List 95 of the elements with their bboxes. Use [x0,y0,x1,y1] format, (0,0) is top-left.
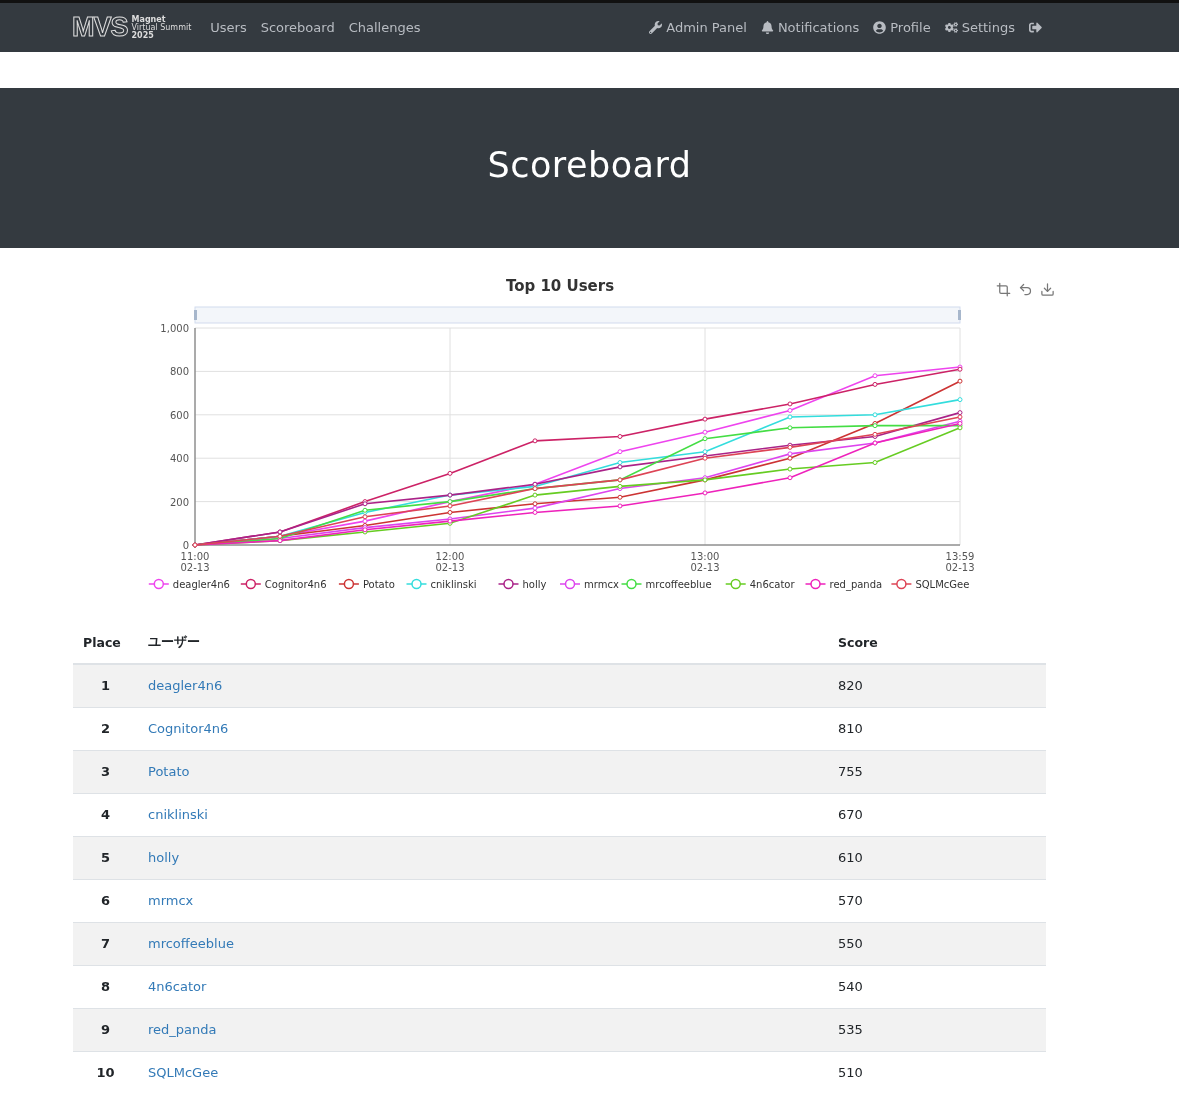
legend-label[interactable]: 4n6cator [749,579,795,590]
page-title: Scoreboard [487,145,692,185]
wrench-icon [649,21,663,34]
data-point [787,475,793,481]
data-point [872,373,878,379]
data-point [957,378,963,384]
table-cell: 10 [73,1051,138,1094]
data-point [957,397,963,403]
user-link[interactable]: holly [148,850,180,865]
legend-marker-icon [497,578,520,590]
legend-marker-icon [559,578,581,590]
data-point [447,470,453,476]
user-link[interactable]: SQLMcGee [148,1065,219,1081]
data-point [787,425,793,431]
y-axis-label: 0 [182,540,189,551]
nav-link[interactable]: Admin Panel [642,20,754,35]
table-cell: 5 [73,836,138,879]
table-cell: 510 [828,1051,1046,1094]
x-axis-label: 13:59 02-13 [945,551,975,573]
user-link[interactable]: mrcoffeeblue [148,936,234,951]
data-point [532,438,538,444]
legend-label[interactable]: holly [522,579,547,590]
table-cell: 6 [73,879,138,922]
data-point [872,460,878,466]
table-cell: 7 [73,922,138,965]
settings-icon [944,21,958,34]
legend-marker-icon [148,578,170,590]
nav-link[interactable]: Scoreboard [253,20,342,35]
x-axis-label: 11:00 02-13 [180,551,210,573]
data-point [617,503,623,509]
logo-text: Virtual Summit [131,23,192,32]
table-cell: 540 [828,965,1046,1008]
data-point [872,412,878,418]
data-point [787,466,793,472]
user-link[interactable]: Potato [148,764,190,779]
legend-label[interactable]: mrcoffeeblue [645,579,712,590]
table-cell: 550 [828,922,1046,965]
legend-label[interactable]: cniklinski [430,579,477,590]
y-axis-label: 800 [169,366,189,378]
table-cell: 8 [73,965,138,1008]
bell-icon [760,21,774,34]
table-cell: 9 [73,1008,138,1051]
table-cell: 4 [73,793,138,836]
table-cell: 3 [73,750,138,793]
chart-title: Top 10 Users [505,277,615,295]
table-cell: 820 [828,664,1046,707]
y-axis-label: 200 [169,496,189,508]
user-link[interactable]: Cognitor4n6 [148,721,229,736]
legend-label[interactable]: red_panda [829,579,883,590]
data-point [617,434,623,439]
legend-marker-icon [405,578,428,590]
user-link[interactable]: deagler4n6 [148,678,223,694]
y-axis-label: 600 [169,409,189,421]
y-axis-label: 400 [169,453,189,465]
table-cell: 670 [828,793,1046,836]
legend-label[interactable]: Potato [362,579,395,590]
table-cell: 610 [828,836,1046,879]
data-point [617,494,623,500]
user-link[interactable]: cniklinski [148,807,208,822]
legend-marker-icon [620,578,643,590]
data-point [702,490,708,496]
legend-marker-icon [890,578,913,590]
legend-label[interactable]: SQLMcGee [915,579,970,590]
x-axis-label: 12:00 02-13 [435,551,465,573]
x-axis-label: 13:00 02-13 [690,551,720,573]
legend-label[interactable]: Cognitor4n6 [264,579,327,590]
legend-marker-icon [724,578,747,590]
table-cell: 570 [828,879,1046,922]
logo-text: 2025 [131,31,155,40]
table-cell: 2 [73,707,138,750]
legend-marker-icon [338,578,360,590]
legend-label[interactable]: mrmcx [584,579,619,590]
user-link[interactable]: mrmcx [148,893,194,908]
logo-mark[interactable]: MVS [72,14,128,41]
nav-link[interactable]: Challenges [341,20,428,35]
data-point [617,449,623,455]
data-point [702,416,708,422]
user-link[interactable]: red_panda [148,1022,217,1037]
table-cell: 755 [828,750,1046,793]
legend-label[interactable]: deagler4n6 [172,579,230,590]
nav-link[interactable]: Settings [937,20,1022,35]
table-cell: 1 [73,664,138,707]
nav-link[interactable]: Notifications [753,20,867,35]
table-cell: 810 [828,707,1046,750]
zoom-slider[interactable] [194,306,961,324]
y-axis-label: 1,000 [160,323,189,334]
user-link[interactable]: 4n6cator [148,979,207,994]
table-cell: 535 [828,1008,1046,1051]
legend-marker-icon [240,578,262,590]
legend-marker-icon [804,578,827,590]
logo-text: Magnet [131,15,166,24]
nav-link[interactable]: Profile [866,20,938,35]
logout-icon [1029,21,1042,34]
data-point [872,381,878,387]
nav-link[interactable]: Users [203,20,254,35]
